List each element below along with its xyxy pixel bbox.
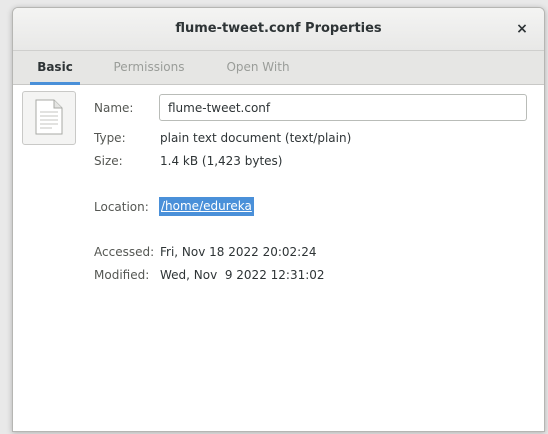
tab-basic[interactable]: Basic (22, 51, 88, 85)
basic-panel: Name: Type: plain text document (text/pl… (13, 85, 544, 431)
accessed-label: Accessed: (94, 245, 155, 259)
close-button[interactable]: × (512, 19, 532, 39)
tab-permissions[interactable]: Permissions (104, 51, 194, 84)
tab-bar: Basic Permissions Open With (13, 51, 544, 85)
type-value: plain text document (text/plain) (160, 131, 352, 145)
dialog-title: flume-tweet.conf Properties (175, 21, 382, 36)
type-label: Type: (94, 131, 126, 145)
location-label: Location: (94, 200, 149, 214)
location-link[interactable]: /home/edureka (159, 197, 254, 216)
size-value: 1.4 kB (1,423 bytes) (160, 154, 283, 168)
modified-label: Modified: (94, 268, 150, 282)
tab-open-with[interactable]: Open With (218, 51, 298, 84)
text-document-icon[interactable] (22, 91, 76, 145)
titlebar: flume-tweet.conf Properties × (13, 8, 544, 51)
properties-dialog: flume-tweet.conf Properties × Basic Perm… (12, 7, 545, 432)
accessed-value: Fri, Nov 18 2022 20:02:24 (160, 245, 317, 259)
name-input[interactable] (159, 94, 527, 121)
size-label: Size: (94, 154, 123, 168)
modified-value: Wed, Nov 9 2022 12:31:02 (160, 268, 325, 282)
name-label: Name: (94, 101, 134, 115)
